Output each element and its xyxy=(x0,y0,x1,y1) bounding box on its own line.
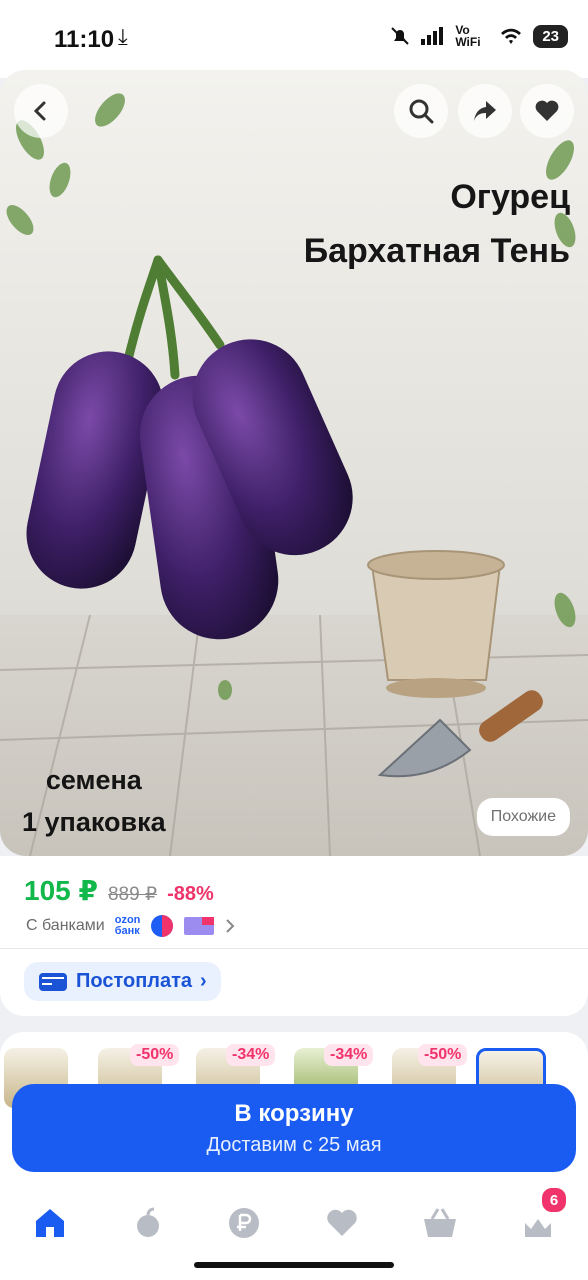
ozon-bank-logo: ozon банк xyxy=(115,915,141,937)
status-bar: 11:10 ⤓ Vo WiFi 23 xyxy=(0,0,588,78)
signal-icon xyxy=(421,27,444,45)
share-icon xyxy=(474,101,496,121)
battery-level: 23 xyxy=(533,24,568,48)
chevron-left-icon xyxy=(33,101,46,121)
search-button[interactable] xyxy=(394,84,448,138)
nav-fresh[interactable] xyxy=(118,1198,178,1248)
bank-card-icon xyxy=(184,917,215,935)
heart-icon xyxy=(535,100,559,121)
divider xyxy=(0,948,588,949)
image-caption: семена 1 упаковка xyxy=(22,760,166,844)
cart-count-badge: 6 xyxy=(540,1186,568,1214)
wifi-calling-label: Vo WiFi xyxy=(455,23,481,49)
recommendation-discount-badge: -50% xyxy=(130,1044,180,1066)
basket-icon xyxy=(424,1208,456,1237)
image-title-line1: Огурец xyxy=(450,178,570,216)
recommendation-discount-badge: -34% xyxy=(324,1044,374,1066)
image-title-line2: Бархатная Тень xyxy=(303,232,570,271)
image-title: Огурец Бархатная Тень xyxy=(304,170,570,279)
fresh-icon xyxy=(137,1207,159,1237)
similar-button[interactable]: Похожие xyxy=(476,798,570,836)
ozon-logo-bottom: банк xyxy=(114,925,140,937)
chevron-right-icon: › xyxy=(200,970,207,992)
home-icon xyxy=(36,1209,64,1237)
discount-badge: -88% xyxy=(167,883,214,905)
price-row: 105 ₽ 889 ₽ -88% xyxy=(24,874,214,907)
image-caption-line2: 1 упаковка xyxy=(22,806,166,837)
share-button[interactable] xyxy=(458,84,512,138)
status-icons: Vo WiFi 23 xyxy=(389,24,568,48)
image-caption-line1: семена xyxy=(45,765,142,795)
favorite-button[interactable] xyxy=(520,84,574,138)
heart-icon xyxy=(327,1209,357,1236)
search-icon xyxy=(409,99,434,124)
bank-offers-row[interactable]: С банками ozon банк xyxy=(26,914,236,938)
delivery-date-label: Доставим с 25 мая xyxy=(206,1134,382,1156)
recommendation-discount-badge: -50% xyxy=(418,1044,468,1066)
nav-home[interactable] xyxy=(20,1198,80,1248)
product-image[interactable]: Огурец Бархатная Тень семена 1 упаковка … xyxy=(0,70,588,856)
nav-finance[interactable] xyxy=(214,1198,274,1248)
postpay-button[interactable]: Постоплата › xyxy=(24,962,221,1001)
bank-logo-icon xyxy=(151,915,174,937)
download-icon: ⤓ xyxy=(118,24,128,49)
add-to-cart-button[interactable]: В корзину Доставим с 25 мая xyxy=(12,1084,576,1172)
home-indicator xyxy=(194,1262,394,1268)
muted-bell-icon xyxy=(391,27,410,45)
recommendation-discount-badge: -34% xyxy=(226,1044,276,1066)
chevron-right-icon xyxy=(226,919,235,933)
wifi-icon xyxy=(501,28,522,44)
postpay-label: Постоплата xyxy=(76,970,193,992)
back-button[interactable] xyxy=(14,84,68,138)
ruble-icon xyxy=(229,1208,259,1238)
wallet-icon xyxy=(39,972,67,991)
nav-profile[interactable]: 6 xyxy=(508,1186,568,1248)
add-to-cart-label: В корзину xyxy=(234,1100,354,1127)
current-price: 105 ₽ xyxy=(24,875,98,906)
nav-favorites[interactable] xyxy=(312,1198,372,1248)
nav-cart[interactable] xyxy=(410,1198,470,1248)
price-card: 105 ₽ 889 ₽ -88% С банками ozon банк Пос… xyxy=(0,856,588,1016)
old-price: 889 ₽ xyxy=(107,884,158,905)
banks-label: С банками xyxy=(26,917,105,934)
clock: 11:10 xyxy=(54,26,115,53)
